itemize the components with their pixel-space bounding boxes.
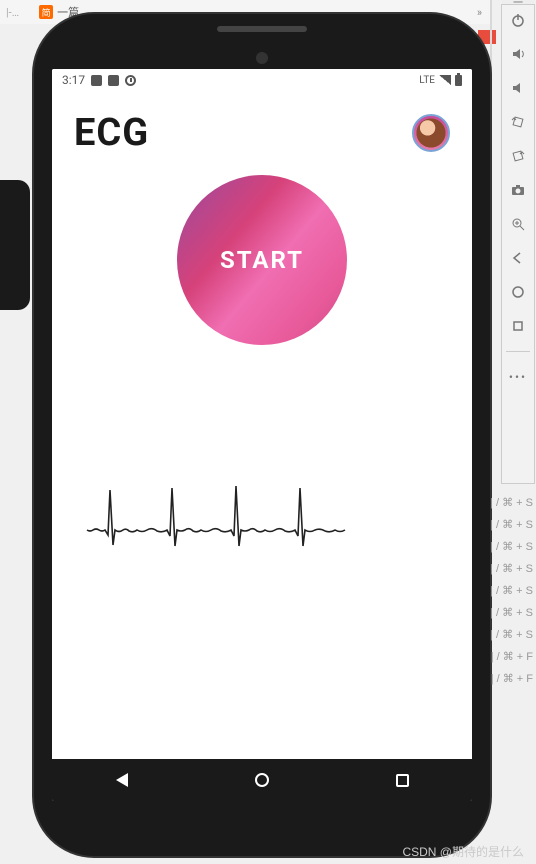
emulator-toolbar: ••• <box>501 4 535 484</box>
watermark: CSDN @期待的是什么 <box>402 843 524 860</box>
tab-favicon: 简 <box>39 5 53 19</box>
back-icon[interactable] <box>509 249 527 267</box>
device-frame: 3:17 LTE ECG START <box>34 14 490 856</box>
signal-icon <box>439 75 451 85</box>
shortcut-hints: | / ⌘ + S | / ⌘ + S | / ⌘ + S | / ⌘ + S … <box>490 492 533 690</box>
camera-icon[interactable] <box>509 181 527 199</box>
zoom-in-icon[interactable] <box>509 215 527 233</box>
page-title: ECG <box>74 111 149 155</box>
overview-icon[interactable] <box>509 317 527 335</box>
notification-icon <box>91 75 102 86</box>
earpiece <box>217 26 307 32</box>
android-nav-bar <box>52 759 472 801</box>
app-header: ECG <box>52 91 472 165</box>
shortcut-row: | / ⌘ + S <box>490 492 533 514</box>
more-icon[interactable]: ••• <box>509 368 527 386</box>
home-icon[interactable] <box>509 283 527 301</box>
rotate-right-icon[interactable] <box>509 147 527 165</box>
shortcut-row: | / ⌘ + S <box>490 536 533 558</box>
shortcut-row: | / ⌘ + F <box>490 668 533 690</box>
status-time: 3:17 <box>62 73 85 87</box>
shortcut-row: | / ⌘ + S <box>490 558 533 580</box>
shortcut-row: | / ⌘ + S <box>490 514 533 536</box>
tabs-overflow[interactable]: » <box>477 6 482 19</box>
camera-dot <box>256 52 268 64</box>
network-label: LTE <box>419 75 435 86</box>
notification-icon <box>108 75 119 86</box>
volume-down-icon[interactable] <box>509 79 527 97</box>
start-label: START <box>220 246 304 274</box>
shortcut-row: | / ⌘ + S <box>490 580 533 602</box>
back-button[interactable] <box>116 773 128 787</box>
volume-up-icon[interactable] <box>509 45 527 63</box>
partial-window <box>0 180 30 310</box>
start-button[interactable]: START <box>177 175 347 345</box>
power-icon[interactable] <box>509 11 527 29</box>
avatar[interactable] <box>412 114 450 152</box>
shortcut-row: | / ⌘ + S <box>490 624 533 646</box>
rotate-left-icon[interactable] <box>509 113 527 131</box>
ecg-waveform <box>52 475 472 565</box>
battery-icon <box>455 75 462 86</box>
overview-button[interactable] <box>396 774 409 787</box>
home-button[interactable] <box>255 773 269 787</box>
shortcut-row: | / ⌘ + F <box>490 646 533 668</box>
notification-icon <box>125 75 136 86</box>
device-screen: 3:17 LTE ECG START <box>52 69 472 801</box>
shortcut-row: | / ⌘ + S <box>490 602 533 624</box>
status-bar: 3:17 LTE <box>52 69 472 91</box>
